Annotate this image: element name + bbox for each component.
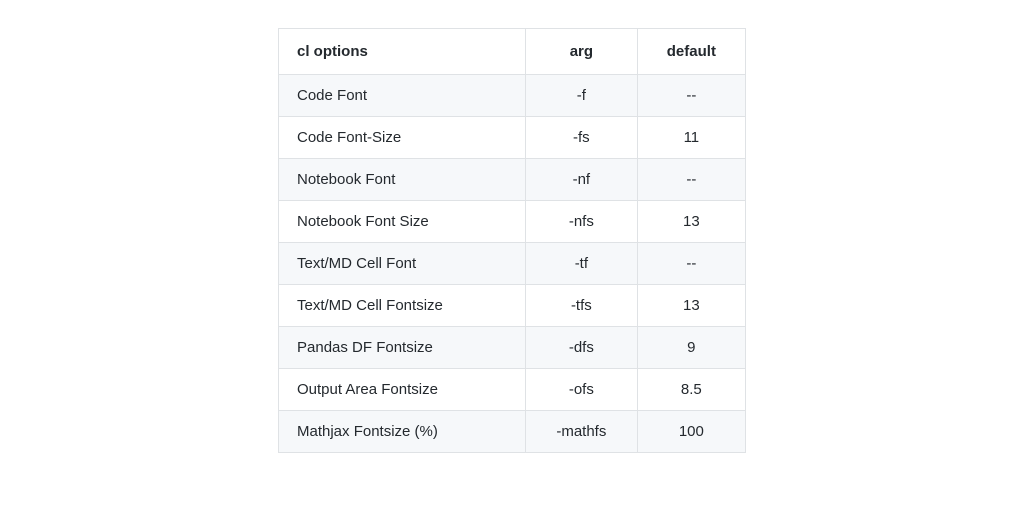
cell-arg: -fs: [526, 117, 638, 159]
table-row: Code Font-Size-fs11: [279, 117, 745, 159]
cell-arg: -tfs: [526, 285, 638, 327]
cell-option: Notebook Font: [279, 159, 526, 201]
cell-default: 13: [637, 285, 745, 327]
table-row: Text/MD Cell Font-tf--: [279, 243, 745, 285]
header-options: cl options: [279, 29, 526, 75]
table-row: Code Font-f--: [279, 75, 745, 117]
cell-option: Text/MD Cell Font: [279, 243, 526, 285]
cell-option: Code Font-Size: [279, 117, 526, 159]
table-row: Mathjax Fontsize (%)-mathfs100: [279, 411, 745, 453]
cell-arg: -mathfs: [526, 411, 638, 453]
table-row: Output Area Fontsize-ofs8.5: [279, 369, 745, 411]
table-row: Pandas DF Fontsize-dfs9: [279, 327, 745, 369]
header-arg: arg: [526, 29, 638, 75]
cell-default: --: [637, 75, 745, 117]
cell-arg: -ofs: [526, 369, 638, 411]
options-table-container: cl options arg default Code Font-f--Code…: [278, 28, 746, 453]
cell-arg: -dfs: [526, 327, 638, 369]
cell-default: --: [637, 159, 745, 201]
cell-option: Code Font: [279, 75, 526, 117]
cell-arg: -nf: [526, 159, 638, 201]
table-row: Notebook Font-nf--: [279, 159, 745, 201]
cell-option: Notebook Font Size: [279, 201, 526, 243]
cell-arg: -f: [526, 75, 638, 117]
cell-option: Mathjax Fontsize (%): [279, 411, 526, 453]
options-table: cl options arg default Code Font-f--Code…: [279, 29, 745, 452]
table-header: cl options arg default: [279, 29, 745, 75]
table-row: Notebook Font Size-nfs13: [279, 201, 745, 243]
cell-option: Pandas DF Fontsize: [279, 327, 526, 369]
cell-default: 8.5: [637, 369, 745, 411]
cell-default: 9: [637, 327, 745, 369]
cell-option: Text/MD Cell Fontsize: [279, 285, 526, 327]
table-row: Text/MD Cell Fontsize-tfs13: [279, 285, 745, 327]
cell-default: 11: [637, 117, 745, 159]
cell-default: 13: [637, 201, 745, 243]
cell-arg: -nfs: [526, 201, 638, 243]
cell-default: --: [637, 243, 745, 285]
header-default: default: [637, 29, 745, 75]
cell-arg: -tf: [526, 243, 638, 285]
cell-option: Output Area Fontsize: [279, 369, 526, 411]
cell-default: 100: [637, 411, 745, 453]
table-body: Code Font-f--Code Font-Size-fs11Notebook…: [279, 75, 745, 453]
